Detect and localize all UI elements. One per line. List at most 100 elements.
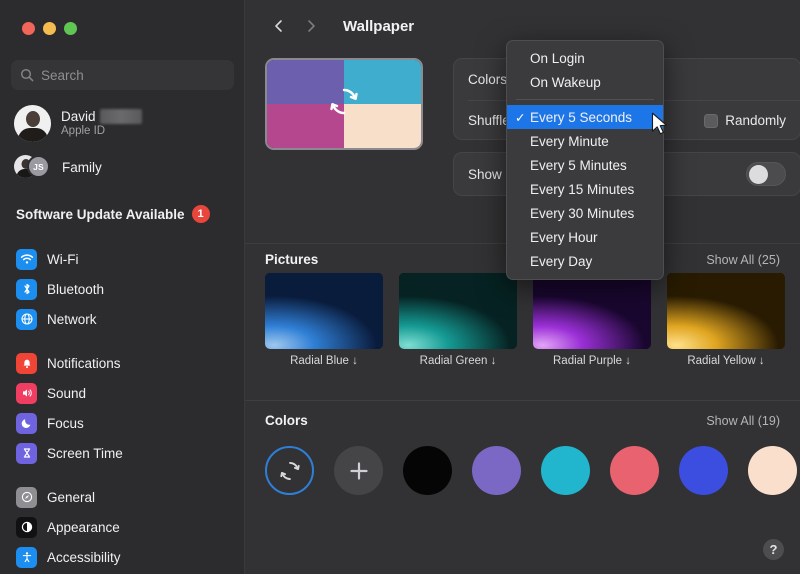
page-title: Wallpaper xyxy=(343,17,415,35)
wallpaper-thumbnail-item[interactable]: Radial Blue ↓ xyxy=(265,273,383,367)
back-button[interactable] xyxy=(265,12,293,40)
toggle-knob xyxy=(749,165,768,184)
sidebar-item-sound[interactable]: Sound xyxy=(0,378,244,408)
checkmark-icon: ✓ xyxy=(515,110,526,125)
avatar xyxy=(14,104,51,142)
account-row[interactable]: David Apple ID xyxy=(14,101,234,145)
colors-show-all[interactable]: Show All (19) xyxy=(706,414,780,428)
pictures-show-all[interactable]: Show All (25) xyxy=(706,253,780,267)
sidebar-item-screen-time[interactable]: Screen Time xyxy=(0,438,244,468)
minimize-button[interactable] xyxy=(43,22,56,35)
forward-button[interactable] xyxy=(297,12,325,40)
color-swatch[interactable] xyxy=(403,446,452,495)
menu-item-every-5-minutes[interactable]: Every 5 Minutes xyxy=(507,153,663,177)
search-input[interactable] xyxy=(41,67,225,83)
color-swatch-row xyxy=(265,446,800,495)
menu-item-label: Every Hour xyxy=(530,229,598,245)
menu-item-on-login[interactable]: On Login xyxy=(507,46,663,70)
sidebar-item-label: Network xyxy=(47,311,97,327)
menu-item-every-5-seconds[interactable]: ✓ Every 5 Seconds xyxy=(507,105,663,129)
wallpaper-preview[interactable] xyxy=(265,58,423,150)
wallpaper-thumbnail-item[interactable]: Radial Purple ↓ xyxy=(533,273,651,367)
menu-item-label: Every 30 Minutes xyxy=(530,205,635,221)
menu-item-every-day[interactable]: Every Day xyxy=(507,249,663,273)
hourglass-icon xyxy=(16,442,37,464)
gear-icon xyxy=(16,486,37,508)
add-color-button[interactable] xyxy=(334,446,383,495)
color-shuffle-button[interactable] xyxy=(265,446,314,495)
wallpaper-thumbnail-item[interactable]: Radial Yellow ↓ xyxy=(667,273,785,367)
divider xyxy=(245,400,800,401)
menu-item-every-hour[interactable]: Every Hour xyxy=(507,225,663,249)
moon-icon xyxy=(16,412,37,434)
sidebar-item-network[interactable]: Network xyxy=(0,304,244,334)
wallpaper-thumbnail-item[interactable]: Radial Green ↓ xyxy=(399,273,517,367)
thumbnail-image[interactable] xyxy=(667,273,785,349)
sidebar-item-focus[interactable]: Focus xyxy=(0,408,244,438)
color-swatch[interactable] xyxy=(748,446,797,495)
chevron-left-icon xyxy=(275,20,282,32)
software-update-label: Software Update Available xyxy=(16,206,185,222)
sidebar-item-label: Wi-Fi xyxy=(47,251,79,267)
sidebar-item-notifications[interactable]: Notifications xyxy=(0,348,244,378)
sidebar-item-label: Notifications xyxy=(47,355,121,371)
color-swatch[interactable] xyxy=(679,446,728,495)
wifi-icon xyxy=(16,248,37,270)
menu-item-label: On Login xyxy=(530,50,585,66)
menu-item-every-15-minutes[interactable]: Every 15 Minutes xyxy=(507,177,663,201)
menu-item-every-minute[interactable]: Every Minute xyxy=(507,129,663,153)
chevron-right-icon xyxy=(308,20,315,32)
randomly-checkbox-group[interactable]: Randomly xyxy=(704,113,800,128)
sidebar-item-bluetooth[interactable]: Bluetooth xyxy=(0,274,244,304)
thumbnail-caption: Radial Purple ↓ xyxy=(553,355,631,367)
status-badge: 1 xyxy=(191,205,210,223)
sidebar-item-label: General xyxy=(47,489,96,505)
thumbnail-image[interactable] xyxy=(533,273,651,349)
thumbnail-caption: Radial Blue ↓ xyxy=(290,355,358,367)
menu-separator xyxy=(516,99,654,100)
close-button[interactable] xyxy=(22,22,35,35)
thumbnail-caption: Radial Green ↓ xyxy=(419,355,497,367)
shuffle-interval-menu: On Login On Wakeup ✓ Every 5 Seconds Eve… xyxy=(506,40,664,280)
sidebar-item-general[interactable]: General xyxy=(0,482,244,512)
shuffle-icon xyxy=(279,461,300,480)
sidebar-item-family[interactable]: JS Family xyxy=(14,150,234,184)
menu-item-label: Every Minute xyxy=(530,133,609,149)
menu-item-label: Every 5 Minutes xyxy=(530,157,627,173)
sidebar-item-accessibility[interactable]: Accessibility xyxy=(0,542,244,572)
randomly-checkbox[interactable] xyxy=(704,113,719,128)
thumbnail-image[interactable] xyxy=(399,273,517,349)
menu-item-label: Every 5 Seconds xyxy=(530,109,633,125)
sidebar-item-appearance[interactable]: Appearance xyxy=(0,512,244,542)
software-update-row[interactable]: Software Update Available 1 xyxy=(16,205,234,223)
bell-icon xyxy=(16,352,37,374)
shuffle-icon xyxy=(324,82,364,127)
menu-item-label: On Wakeup xyxy=(530,74,601,90)
color-swatch[interactable] xyxy=(541,446,590,495)
help-button[interactable]: ? xyxy=(763,539,784,560)
menu-item-every-30-minutes[interactable]: Every 30 Minutes xyxy=(507,201,663,225)
thumbnail-image[interactable] xyxy=(265,273,383,349)
redacted-lastname xyxy=(99,109,142,124)
menu-item-on-wakeup[interactable]: On Wakeup xyxy=(507,70,663,94)
sidebar-group-system: Notifications Sound Focus Screen Time xyxy=(0,348,244,468)
family-label: Family xyxy=(62,159,102,175)
sidebar-item-label: Screen Time xyxy=(47,445,123,461)
zoom-button[interactable] xyxy=(64,22,77,35)
sidebar-item-wifi[interactable]: Wi-Fi xyxy=(0,244,244,274)
color-swatch[interactable] xyxy=(472,446,521,495)
sidebar: David Apple ID JS Family Software Update… xyxy=(0,0,245,574)
thumbnail-caption: Radial Yellow ↓ xyxy=(687,355,765,367)
show-on-toggle[interactable] xyxy=(746,162,786,186)
sidebar-group-general: General Appearance Accessibility xyxy=(0,482,244,572)
colors-title: Colors xyxy=(265,413,308,428)
family-avatar-initials: JS xyxy=(27,155,50,178)
plus-icon xyxy=(349,461,368,480)
sidebar-group-network: Wi-Fi Bluetooth Network xyxy=(0,244,244,334)
accessibility-icon xyxy=(16,546,37,568)
menu-item-label: Every 15 Minutes xyxy=(530,181,635,197)
search-field[interactable] xyxy=(11,60,234,90)
sidebar-item-label: Sound xyxy=(47,385,87,401)
sidebar-item-label: Bluetooth xyxy=(47,281,105,297)
color-swatch[interactable] xyxy=(610,446,659,495)
